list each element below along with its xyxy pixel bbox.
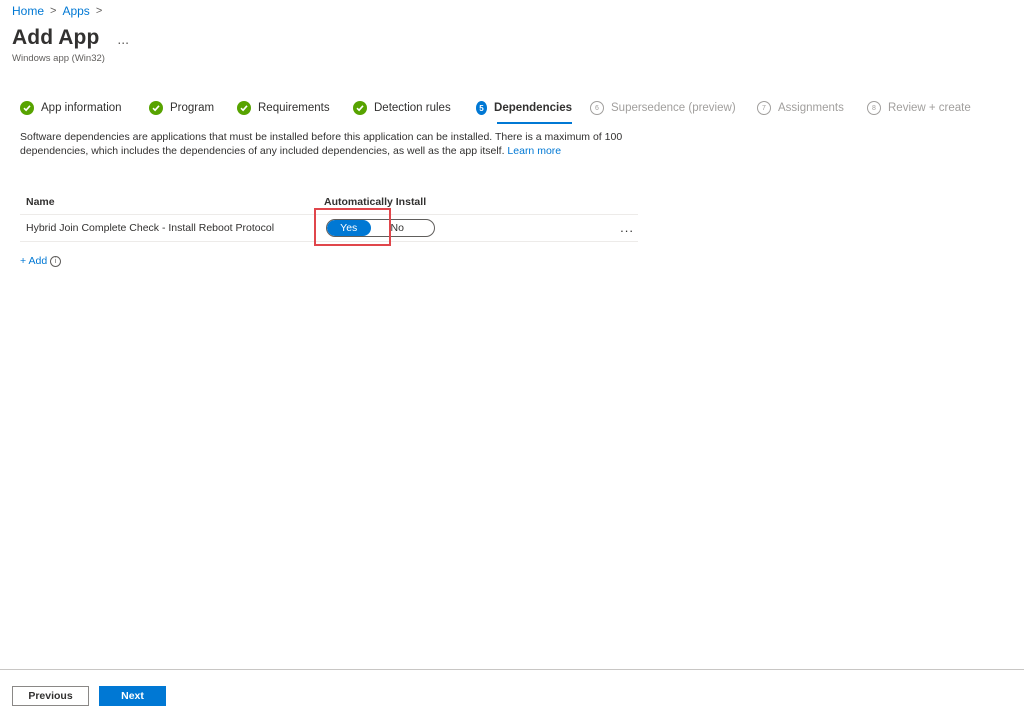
- wizard-steps: App information Program Requirements Det…: [20, 97, 977, 124]
- step-label: Dependencies: [494, 102, 572, 114]
- learn-more-link[interactable]: Learn more: [507, 145, 561, 157]
- check-circle-icon: [149, 101, 163, 115]
- column-header-auto-install: Automatically Install: [324, 196, 427, 208]
- step-number-icon: 6: [590, 101, 604, 115]
- step-assignments[interactable]: 7 Assignments: [757, 97, 867, 119]
- step-number-icon: 8: [867, 101, 881, 115]
- breadcrumb-separator: >: [50, 5, 57, 17]
- page-title: Add App: [12, 26, 100, 49]
- breadcrumb-apps[interactable]: Apps: [62, 4, 89, 18]
- step-dependencies[interactable]: 5 Dependencies: [476, 97, 572, 124]
- auto-install-cell: Yes No: [324, 219, 638, 237]
- check-circle-icon: [20, 101, 34, 115]
- breadcrumb: Home > Apps >: [12, 4, 108, 18]
- info-icon[interactable]: i: [50, 255, 62, 267]
- footer-divider: [0, 669, 1024, 670]
- dependencies-table: Name Automatically Install Hybrid Join C…: [20, 190, 638, 246]
- next-button[interactable]: Next: [99, 686, 166, 706]
- step-detection-rules[interactable]: Detection rules: [353, 97, 476, 119]
- title-row: Add App ...: [12, 26, 129, 50]
- table-header: Name Automatically Install: [20, 190, 638, 215]
- check-circle-icon: [237, 101, 251, 115]
- step-label: App information: [41, 102, 122, 114]
- column-header-name: Name: [26, 196, 55, 208]
- step-program[interactable]: Program: [149, 97, 237, 119]
- breadcrumb-home[interactable]: Home: [12, 4, 44, 18]
- previous-button[interactable]: Previous: [12, 686, 89, 706]
- step-supersedence[interactable]: 6 Supersedence (preview): [590, 97, 757, 119]
- step-label: Review + create: [888, 102, 971, 114]
- check-circle-icon: [353, 101, 367, 115]
- step-label: Program: [170, 102, 215, 114]
- step-number-icon: 7: [757, 101, 771, 115]
- step-label: Supersedence (preview): [611, 102, 736, 114]
- step-app-information[interactable]: App information: [20, 97, 149, 119]
- add-label[interactable]: + Add: [20, 255, 47, 267]
- step-requirements[interactable]: Requirements: [237, 97, 353, 119]
- breadcrumb-separator: >: [95, 5, 103, 17]
- auto-install-toggle[interactable]: Yes No: [326, 219, 435, 237]
- step-label: Requirements: [258, 102, 330, 114]
- step-number-icon: 5: [476, 101, 488, 115]
- dependency-name: Hybrid Join Complete Check - Install Reb…: [26, 222, 275, 234]
- toggle-no[interactable]: No: [371, 220, 435, 236]
- step-label: Detection rules: [374, 102, 451, 114]
- step-label: Assignments: [778, 102, 844, 114]
- dependencies-description: Software dependencies are applications t…: [20, 130, 650, 158]
- row-more-icon[interactable]: ...: [620, 220, 634, 235]
- toggle-yes[interactable]: Yes: [327, 220, 371, 236]
- page-subtitle: Windows app (Win32): [12, 53, 105, 64]
- add-dependency-link[interactable]: + Add i: [20, 255, 62, 267]
- table-row: Hybrid Join Complete Check - Install Reb…: [20, 208, 638, 246]
- step-review-create[interactable]: 8 Review + create: [867, 97, 977, 119]
- more-options-icon[interactable]: ...: [117, 31, 129, 47]
